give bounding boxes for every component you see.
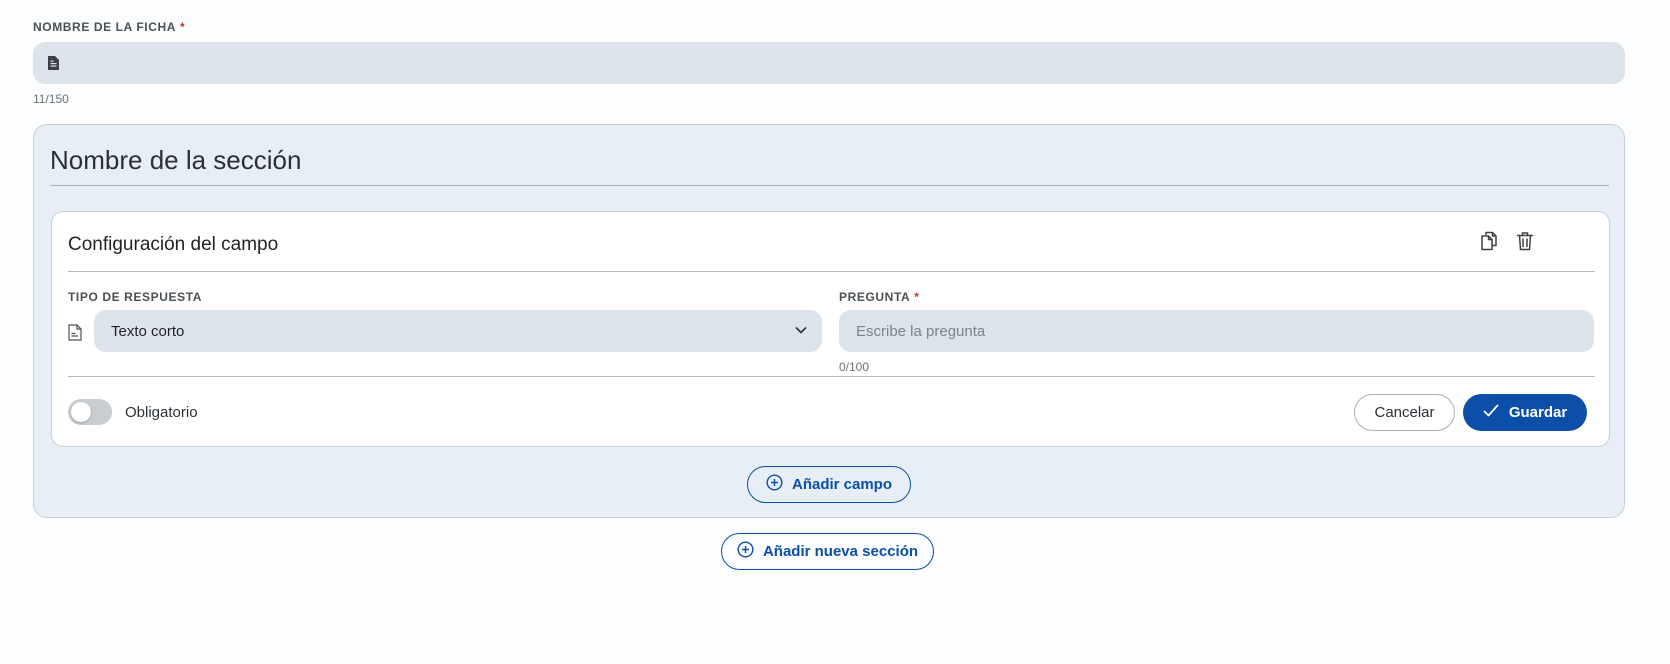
text-document-icon xyxy=(68,324,82,346)
cancel-button[interactable]: Cancelar xyxy=(1354,394,1455,431)
delete-field-button[interactable] xyxy=(1512,230,1538,256)
trash-icon xyxy=(1516,231,1534,256)
question-label: PREGUNTA * xyxy=(839,290,920,304)
response-type-select[interactable]: Texto corto xyxy=(94,310,822,352)
card-divider xyxy=(68,271,1595,272)
document-icon xyxy=(46,55,61,76)
save-button-label: Guardar xyxy=(1508,404,1568,421)
check-icon xyxy=(1483,404,1499,422)
required-toggle-label: Obligatorio xyxy=(125,404,198,421)
plus-circle-icon xyxy=(737,541,754,562)
question-label-text: PREGUNTA xyxy=(839,290,911,304)
question-input[interactable] xyxy=(839,310,1594,352)
add-field-label: Añadir campo xyxy=(791,476,893,493)
required-toggle[interactable] xyxy=(68,399,112,425)
plus-circle-icon xyxy=(766,474,783,495)
field-config-title: Configuración del campo xyxy=(68,234,279,255)
field-config-card: Configuración del campo TIPO DE RESPUEST… xyxy=(51,211,1610,447)
duplicate-field-button[interactable] xyxy=(1476,230,1502,256)
response-type-value: Texto corto xyxy=(111,323,185,340)
ficha-name-counter: 11/150 xyxy=(33,92,69,106)
section-container: Nombre de la sección Configuración del c… xyxy=(33,124,1625,518)
card-divider xyxy=(68,376,1595,377)
ficha-name-label-text: NOMBRE DE LA FICHA xyxy=(33,20,177,34)
toggle-knob xyxy=(71,402,91,422)
required-asterisk: * xyxy=(180,20,186,34)
response-type-label: TIPO DE RESPUESTA xyxy=(68,290,202,304)
question-counter: 0/100 xyxy=(839,360,870,374)
section-title-underline xyxy=(50,185,1609,186)
save-button[interactable]: Guardar xyxy=(1463,394,1587,431)
section-title[interactable]: Nombre de la sección xyxy=(50,145,301,176)
chevron-down-icon xyxy=(794,323,808,342)
required-asterisk: * xyxy=(914,290,920,304)
copy-icon xyxy=(1480,231,1498,256)
ficha-name-label: NOMBRE DE LA FICHA * xyxy=(33,20,185,34)
add-field-button[interactable]: Añadir campo xyxy=(747,466,911,503)
add-section-label: Añadir nueva sección xyxy=(762,543,919,560)
ficha-name-input[interactable] xyxy=(33,42,1625,84)
add-section-button[interactable]: Añadir nueva sección xyxy=(721,533,934,570)
